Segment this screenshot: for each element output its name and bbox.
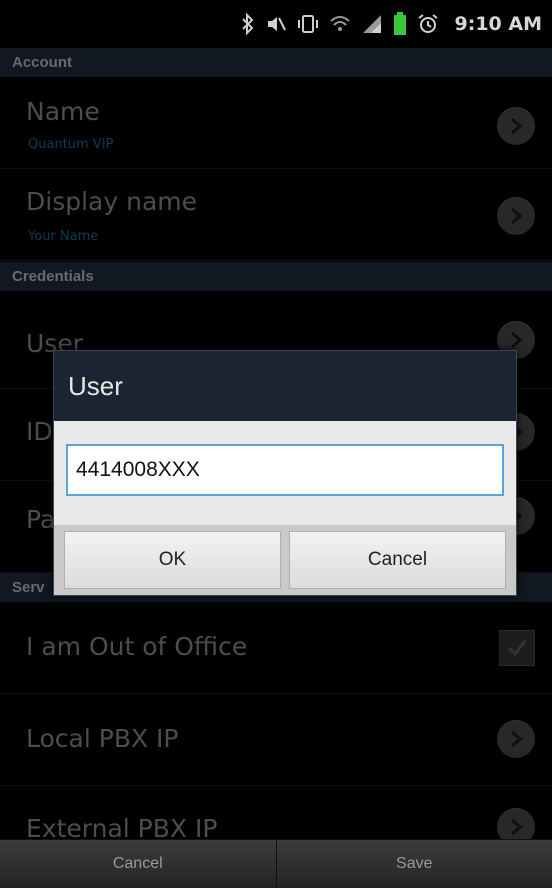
- bottom-save-button[interactable]: Save: [275, 840, 552, 888]
- signal-icon: [361, 13, 383, 35]
- bottom-action-bar: Cancel Save: [0, 840, 552, 888]
- mute-icon: [265, 13, 287, 35]
- user-input[interactable]: 4414008XXX: [66, 444, 504, 496]
- battery-icon: [393, 12, 407, 36]
- cancel-button[interactable]: Cancel: [289, 531, 506, 589]
- status-bar: 9:10 AM: [0, 0, 552, 48]
- dialog-button-bar: OK Cancel: [54, 525, 516, 595]
- dialog-title: User: [68, 371, 123, 401]
- dialog-body: 4414008XXX: [54, 421, 516, 525]
- ok-button[interactable]: OK: [64, 531, 281, 589]
- bluetooth-icon: [241, 13, 255, 35]
- alarm-icon: [417, 13, 439, 35]
- clock: 9:10 AM: [454, 13, 543, 35]
- vibrate-icon: [297, 13, 319, 35]
- bottom-cancel-button[interactable]: Cancel: [0, 840, 276, 888]
- user-dialog: User 4414008XXX OK Cancel: [53, 350, 517, 596]
- wifi-icon: [329, 13, 351, 35]
